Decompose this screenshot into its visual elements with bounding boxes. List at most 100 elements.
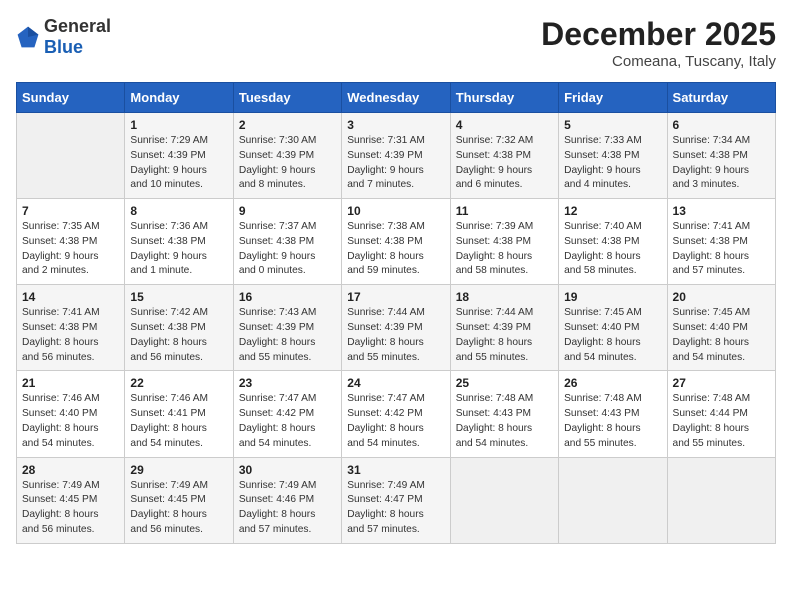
day-number: 2: [239, 118, 336, 132]
calendar-cell: 1Sunrise: 7:29 AM Sunset: 4:39 PM Daylig…: [125, 113, 233, 199]
calendar-cell: 20 Sunrise: 7:45 AM Sunset: 4:40 PM Dayli…: [667, 285, 775, 371]
calendar-cell: 26 Sunrise: 7:48 AM Sunset: 4:43 PM Dayli…: [559, 371, 667, 457]
day-number: 26: [564, 376, 661, 390]
cell-info: Sunrise: 7:36 AM Sunset: 4:38 PM Dayligh…: [130, 220, 227, 279]
cell-info: Sunrise: 7:47 AM Sunset: 4:42 PM Dayligh…: [347, 392, 444, 451]
calendar-cell: [667, 457, 775, 543]
cell-info: Sunrise: 7:37 AM Sunset: 4:38 PM Dayligh…: [239, 220, 336, 279]
day-number: 13: [673, 204, 770, 218]
page-subtitle: Comeana, Tuscany, Italy: [541, 53, 776, 70]
header-monday: Monday: [125, 83, 233, 113]
day-number: 29: [130, 463, 227, 477]
cell-info: Sunrise: 7:41 AM Sunset: 4:38 PM Dayligh…: [22, 306, 119, 365]
calendar-cell: 2 Sunrise: 7:30 AM Sunset: 4:39 PM Daylig…: [233, 113, 341, 199]
calendar-cell: 9 Sunrise: 7:37 AM Sunset: 4:38 PM Daylig…: [233, 199, 341, 285]
calendar-cell: 12 Sunrise: 7:40 AM Sunset: 4:38 PM Dayli…: [559, 199, 667, 285]
calendar-cell: 14 Sunrise: 7:41 AM Sunset: 4:38 PM Dayli…: [17, 285, 125, 371]
day-number: 14: [22, 290, 119, 304]
day-number: 15: [130, 290, 227, 304]
cell-info: Sunrise: 7:48 AM Sunset: 4:43 PM Dayligh…: [564, 392, 661, 451]
calendar-cell: 17 Sunrise: 7:44 AM Sunset: 4:39 PM Dayli…: [342, 285, 450, 371]
day-number: 5: [564, 118, 661, 132]
calendar-cell: 29 Sunrise: 7:49 AM Sunset: 4:45 PM Dayli…: [125, 457, 233, 543]
page-header: General Blue December 2025 Comeana, Tusc…: [16, 16, 776, 70]
calendar-cell: 28Sunrise: 7:49 AM Sunset: 4:45 PM Dayli…: [17, 457, 125, 543]
cell-info: Sunrise: 7:40 AM Sunset: 4:38 PM Dayligh…: [564, 220, 661, 279]
calendar-cell: 16 Sunrise: 7:43 AM Sunset: 4:39 PM Dayli…: [233, 285, 341, 371]
day-number: 6: [673, 118, 770, 132]
calendar-cell: [559, 457, 667, 543]
cell-info: Sunrise: 7:49 AM Sunset: 4:45 PM Dayligh…: [22, 479, 119, 538]
cell-info: Sunrise: 7:38 AM Sunset: 4:38 PM Dayligh…: [347, 220, 444, 279]
calendar-cell: 19Sunrise: 7:45 AM Sunset: 4:40 PM Dayli…: [559, 285, 667, 371]
calendar-cell: 30Sunrise: 7:49 AM Sunset: 4:46 PM Dayli…: [233, 457, 341, 543]
calendar-cell: 3Sunrise: 7:31 AM Sunset: 4:39 PM Daylig…: [342, 113, 450, 199]
cell-info: Sunrise: 7:39 AM Sunset: 4:38 PM Dayligh…: [456, 220, 553, 279]
cell-info: Sunrise: 7:41 AM Sunset: 4:38 PM Dayligh…: [673, 220, 770, 279]
page-title: December 2025: [541, 16, 776, 53]
week-row-2: 7 Sunrise: 7:35 AM Sunset: 4:38 PM Daylig…: [17, 199, 776, 285]
cell-info: Sunrise: 7:48 AM Sunset: 4:44 PM Dayligh…: [673, 392, 770, 451]
cell-info: Sunrise: 7:49 AM Sunset: 4:46 PM Dayligh…: [239, 479, 336, 538]
calendar-cell: 23 Sunrise: 7:47 AM Sunset: 4:42 PM Dayli…: [233, 371, 341, 457]
cell-info: Sunrise: 7:44 AM Sunset: 4:39 PM Dayligh…: [456, 306, 553, 365]
day-number: 3: [347, 118, 444, 132]
logo-blue: Blue: [44, 37, 83, 57]
calendar-cell: 21 Sunrise: 7:46 AM Sunset: 4:40 PM Dayli…: [17, 371, 125, 457]
calendar-table: SundayMondayTuesdayWednesdayThursdayFrid…: [16, 82, 776, 544]
day-number: 20: [673, 290, 770, 304]
day-number: 18: [456, 290, 553, 304]
header-wednesday: Wednesday: [342, 83, 450, 113]
cell-info: Sunrise: 7:45 AM Sunset: 4:40 PM Dayligh…: [673, 306, 770, 365]
day-number: 16: [239, 290, 336, 304]
calendar-cell: 8Sunrise: 7:36 AM Sunset: 4:38 PM Daylig…: [125, 199, 233, 285]
calendar-cell: 11Sunrise: 7:39 AM Sunset: 4:38 PM Dayli…: [450, 199, 558, 285]
day-number: 24: [347, 376, 444, 390]
day-number: 17: [347, 290, 444, 304]
day-number: 4: [456, 118, 553, 132]
logo-icon: [16, 25, 40, 49]
cell-info: Sunrise: 7:49 AM Sunset: 4:45 PM Dayligh…: [130, 479, 227, 538]
calendar-cell: 18 Sunrise: 7:44 AM Sunset: 4:39 PM Dayli…: [450, 285, 558, 371]
calendar-cell: 27Sunrise: 7:48 AM Sunset: 4:44 PM Dayli…: [667, 371, 775, 457]
logo: General Blue: [16, 16, 111, 58]
week-row-4: 21 Sunrise: 7:46 AM Sunset: 4:40 PM Dayli…: [17, 371, 776, 457]
cell-info: Sunrise: 7:46 AM Sunset: 4:40 PM Dayligh…: [22, 392, 119, 451]
cell-info: Sunrise: 7:49 AM Sunset: 4:47 PM Dayligh…: [347, 479, 444, 538]
day-number: 10: [347, 204, 444, 218]
calendar-header-row: SundayMondayTuesdayWednesdayThursdayFrid…: [17, 83, 776, 113]
cell-info: Sunrise: 7:45 AM Sunset: 4:40 PM Dayligh…: [564, 306, 661, 365]
cell-info: Sunrise: 7:46 AM Sunset: 4:41 PM Dayligh…: [130, 392, 227, 451]
cell-info: Sunrise: 7:32 AM Sunset: 4:38 PM Dayligh…: [456, 134, 553, 193]
cell-info: Sunrise: 7:35 AM Sunset: 4:38 PM Dayligh…: [22, 220, 119, 279]
calendar-cell: 15 Sunrise: 7:42 AM Sunset: 4:38 PM Dayli…: [125, 285, 233, 371]
week-row-3: 14 Sunrise: 7:41 AM Sunset: 4:38 PM Dayli…: [17, 285, 776, 371]
day-number: 7: [22, 204, 119, 218]
header-friday: Friday: [559, 83, 667, 113]
cell-info: Sunrise: 7:47 AM Sunset: 4:42 PM Dayligh…: [239, 392, 336, 451]
title-block: December 2025 Comeana, Tuscany, Italy: [541, 16, 776, 70]
header-tuesday: Tuesday: [233, 83, 341, 113]
calendar-cell: 6 Sunrise: 7:34 AM Sunset: 4:38 PM Daylig…: [667, 113, 775, 199]
day-number: 23: [239, 376, 336, 390]
cell-info: Sunrise: 7:30 AM Sunset: 4:39 PM Dayligh…: [239, 134, 336, 193]
week-row-5: 28Sunrise: 7:49 AM Sunset: 4:45 PM Dayli…: [17, 457, 776, 543]
day-number: 25: [456, 376, 553, 390]
cell-info: Sunrise: 7:34 AM Sunset: 4:38 PM Dayligh…: [673, 134, 770, 193]
header-thursday: Thursday: [450, 83, 558, 113]
day-number: 12: [564, 204, 661, 218]
cell-info: Sunrise: 7:43 AM Sunset: 4:39 PM Dayligh…: [239, 306, 336, 365]
calendar-cell: 4 Sunrise: 7:32 AM Sunset: 4:38 PM Daylig…: [450, 113, 558, 199]
calendar-cell: 22Sunrise: 7:46 AM Sunset: 4:41 PM Dayli…: [125, 371, 233, 457]
calendar-cell: 13 Sunrise: 7:41 AM Sunset: 4:38 PM Dayli…: [667, 199, 775, 285]
cell-info: Sunrise: 7:42 AM Sunset: 4:38 PM Dayligh…: [130, 306, 227, 365]
calendar-cell: [17, 113, 125, 199]
week-row-1: 1Sunrise: 7:29 AM Sunset: 4:39 PM Daylig…: [17, 113, 776, 199]
day-number: 9: [239, 204, 336, 218]
cell-info: Sunrise: 7:44 AM Sunset: 4:39 PM Dayligh…: [347, 306, 444, 365]
header-sunday: Sunday: [17, 83, 125, 113]
header-saturday: Saturday: [667, 83, 775, 113]
day-number: 21: [22, 376, 119, 390]
cell-info: Sunrise: 7:29 AM Sunset: 4:39 PM Dayligh…: [130, 134, 227, 193]
calendar-cell: 5Sunrise: 7:33 AM Sunset: 4:38 PM Daylig…: [559, 113, 667, 199]
